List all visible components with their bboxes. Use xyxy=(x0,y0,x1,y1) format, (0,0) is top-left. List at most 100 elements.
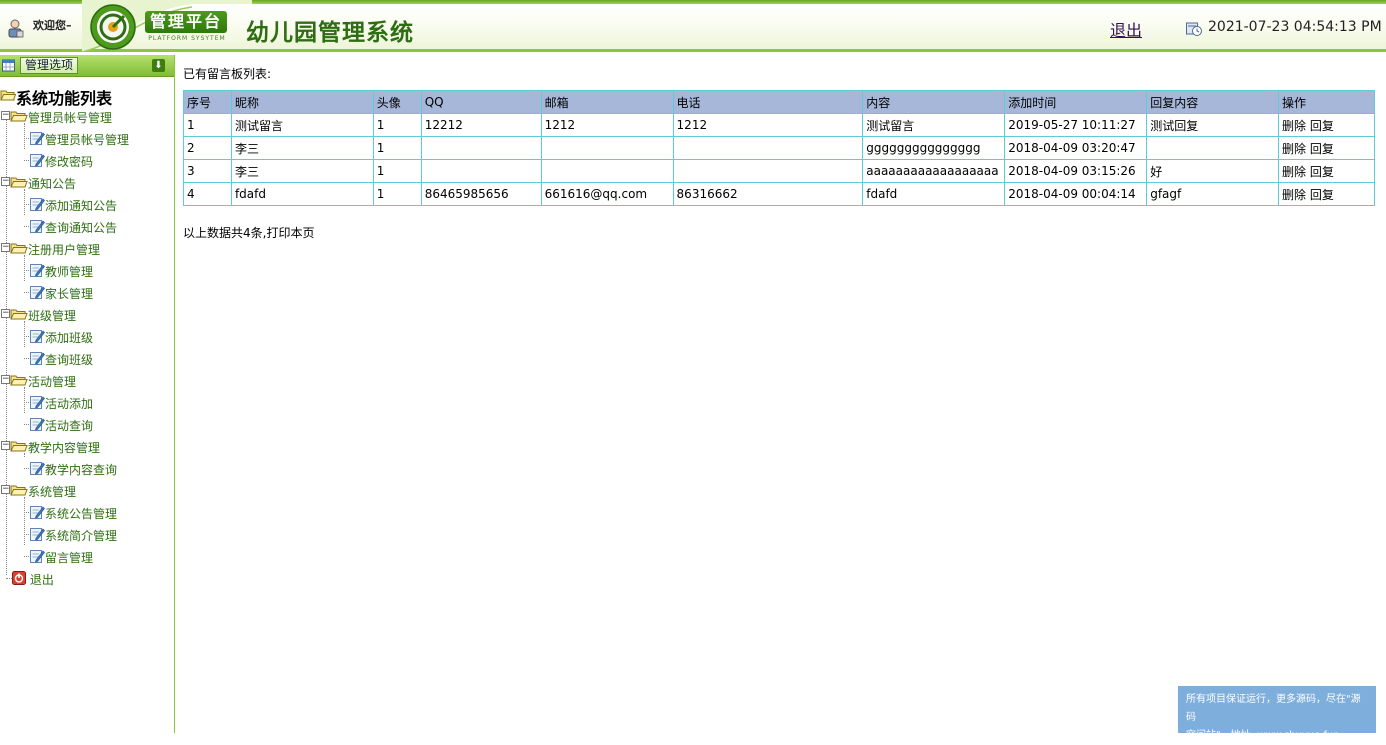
edit-page-icon xyxy=(30,506,45,519)
table-cell: fdafd xyxy=(230,182,374,206)
tree-exit-item[interactable]: 退出 xyxy=(6,569,54,587)
tree-item[interactable]: 教师管理 xyxy=(24,261,93,279)
delete-link[interactable]: 删除 xyxy=(1282,165,1306,179)
table-cell: 2 xyxy=(183,136,232,160)
tree-item[interactable]: 管理员帐号管理 xyxy=(24,129,129,147)
management-options-button[interactable]: 管理选项 xyxy=(20,57,79,74)
tree-item[interactable]: 系统简介管理 xyxy=(24,525,117,543)
tree-item[interactable]: 活动添加 xyxy=(24,393,93,411)
table-row: 3 李三 1 aaaaaaaaaaaaaaaaaa 2018-04-09 03:15:2… xyxy=(183,159,1375,183)
collapse-toggle-icon[interactable]: − xyxy=(1,309,10,318)
delete-link[interactable]: 删除 xyxy=(1282,142,1306,156)
column-header: QQ xyxy=(420,90,542,114)
source-notice-line-2: 空间站"，地址: www.shuyue.fun xyxy=(1186,730,1340,741)
collapse-toggle-icon[interactable]: − xyxy=(1,441,10,450)
edit-page-icon xyxy=(30,462,45,475)
table-cell: 4 xyxy=(183,182,232,206)
table-cell: 1212 xyxy=(540,113,674,137)
table-header-row: 序号 昵称 头像 QQ 邮箱 电话 内容 添加时间 回复内容 操作 xyxy=(183,90,1375,114)
collapse-toggle-icon[interactable]: − xyxy=(1,243,10,252)
table-cell: 1 xyxy=(372,136,422,160)
tree-group-5[interactable]: − 教学内容管理 xyxy=(1,437,100,455)
reply-link[interactable]: 回复 xyxy=(1310,165,1334,179)
tree-item[interactable]: 教学内容查询 xyxy=(24,459,117,477)
tree-item-label: 教学内容查询 xyxy=(45,463,118,477)
tree-group-label: 活动管理 xyxy=(28,375,77,389)
tree-item[interactable]: 留言管理 xyxy=(24,547,93,565)
table-cell: gfagf xyxy=(1146,182,1280,206)
table-cell: 1 xyxy=(372,113,422,137)
edit-page-icon xyxy=(30,132,45,145)
delete-link[interactable]: 删除 xyxy=(1282,119,1306,133)
tree-group-3[interactable]: − 班级管理 xyxy=(1,305,76,323)
collapse-toggle-icon[interactable]: − xyxy=(1,177,10,186)
tree-item[interactable]: 添加班级 xyxy=(24,327,93,345)
logout-link[interactable]: 退出 xyxy=(1110,17,1142,41)
tree-item-label: 添加班级 xyxy=(45,331,94,345)
reply-link[interactable]: 回复 xyxy=(1310,188,1334,202)
table-cell: 2018-04-09 03:20:47 xyxy=(1004,136,1148,160)
column-header: 序号 xyxy=(183,90,232,114)
table-cell xyxy=(540,136,674,160)
edit-page-icon xyxy=(30,220,45,233)
tree-group-4[interactable]: − 活动管理 xyxy=(1,371,76,389)
column-header: 电话 xyxy=(672,90,864,114)
folder-open-icon xyxy=(0,90,16,101)
collapse-toggle-icon[interactable]: − xyxy=(1,485,10,494)
source-notice: 所有项目保证运行，更多源码，尽在"源码 空间站"，地址: www.shuyue.… xyxy=(1178,686,1376,741)
table-cell: 3 xyxy=(183,159,232,183)
column-header: 邮箱 xyxy=(540,90,674,114)
table-cell: 李三 xyxy=(230,136,374,160)
table-cell: 1212 xyxy=(672,113,864,137)
exit-icon xyxy=(12,571,26,585)
table-row: 2 李三 1 ggggggggggggggg 2018-04-09 03:20:47 删除… xyxy=(183,136,1375,160)
column-header: 添加时间 xyxy=(1004,90,1148,114)
table-body: 1 测试留言 1 12212 1212 1212 测试留言 2019-05-27 10:11:… xyxy=(183,113,1375,206)
tree-item[interactable]: 系统公告管理 xyxy=(24,503,117,521)
table-cell: 12212 xyxy=(420,113,542,137)
tree-group-2[interactable]: − 注册用户管理 xyxy=(1,239,100,257)
tree-group-6[interactable]: − 系统管理 xyxy=(1,481,76,499)
delete-link[interactable]: 删除 xyxy=(1282,188,1306,202)
table-cell: ggggggggggggggg xyxy=(862,136,1006,160)
tree-exit-label: 退出 xyxy=(29,573,54,587)
table-cell: 测试回复 xyxy=(1146,113,1280,137)
tree-item[interactable]: 家长管理 xyxy=(24,283,93,301)
edit-page-icon xyxy=(30,352,45,365)
tree-item[interactable]: 活动查询 xyxy=(24,415,93,433)
reply-link[interactable]: 回复 xyxy=(1310,142,1334,156)
edit-page-icon xyxy=(30,396,45,409)
calendar-icon xyxy=(2,59,15,72)
tree-item[interactable]: 查询通知公告 xyxy=(24,217,117,235)
table-cell: 661616@qq.com xyxy=(540,182,674,206)
table-cell: 2018-04-09 00:04:14 xyxy=(1004,182,1148,206)
column-header: 回复内容 xyxy=(1146,90,1280,114)
collapse-toggle-icon[interactable]: − xyxy=(1,111,10,120)
folder-open-icon xyxy=(10,485,28,496)
collapse-arrow-icon[interactable]: ⬇ xyxy=(152,59,165,72)
tree-group-0[interactable]: − 管理员帐号管理 xyxy=(1,107,112,125)
collapse-toggle-icon[interactable]: − xyxy=(1,375,10,384)
table-cell: fdafd xyxy=(862,182,1006,206)
folder-open-icon xyxy=(10,111,28,122)
edit-page-icon xyxy=(30,418,45,431)
table-cell xyxy=(672,136,864,160)
tree-group-label: 系统管理 xyxy=(28,485,77,499)
folder-open-icon xyxy=(10,243,28,254)
table-cell xyxy=(1146,136,1280,160)
tree-group-label: 管理员帐号管理 xyxy=(28,111,113,125)
tree-root[interactable]: 系统功能列表 xyxy=(0,85,112,109)
sidebar: 管理选项 ⬇ 系统功能列表 − 管理员帐号管理 管理员帐号管理 修改密码 − 通知公告 添加… xyxy=(0,55,175,733)
actions-cell: 删除 回复 xyxy=(1278,182,1375,206)
table-row: 1 测试留言 1 12212 1212 1212 测试留言 2019-05-27 10:11:… xyxy=(183,113,1375,137)
table-cell: 李三 xyxy=(230,159,374,183)
tree-item-label: 添加通知公告 xyxy=(45,199,118,213)
tree-item-label: 管理员帐号管理 xyxy=(45,133,130,147)
system-title: 幼儿园管理系统 xyxy=(246,19,414,46)
tree-group-1[interactable]: − 通知公告 xyxy=(1,173,76,191)
tree-item[interactable]: 查询班级 xyxy=(24,349,93,367)
tree-item[interactable]: 添加通知公告 xyxy=(24,195,117,213)
reply-link[interactable]: 回复 xyxy=(1310,119,1334,133)
tree-item[interactable]: 修改密码 xyxy=(24,151,93,169)
table-cell: 2019-05-27 10:11:27 xyxy=(1004,113,1148,137)
